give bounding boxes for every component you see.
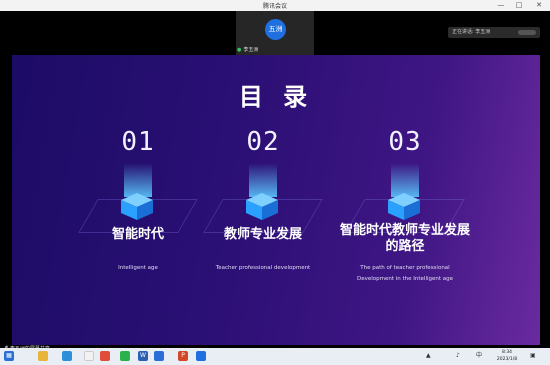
cube-icon bbox=[388, 193, 420, 220]
edge-icon[interactable] bbox=[62, 351, 72, 361]
cube-icon bbox=[121, 193, 153, 220]
wechat-icon[interactable] bbox=[120, 351, 130, 361]
toc-subtitle-line-1: The path of teacher professional bbox=[360, 265, 450, 271]
file-explorer-icon[interactable] bbox=[38, 351, 48, 361]
toc-title-line-2: 的路径 bbox=[385, 239, 425, 254]
chat-icon[interactable] bbox=[84, 351, 94, 361]
word-icon[interactable]: W bbox=[138, 351, 148, 361]
maximize-button[interactable]: □ bbox=[512, 0, 526, 11]
powerpoint-icon[interactable]: P bbox=[178, 351, 188, 361]
participant-name-label: ● 李五洲 bbox=[237, 46, 258, 54]
toc-item-3: 03 智能时代教师专业发展 的路径 The path of teacher pr… bbox=[320, 127, 490, 297]
clock-time: 8:34 bbox=[501, 350, 513, 355]
title-bar: 腾讯会议 — □ ✕ bbox=[0, 0, 550, 11]
clock-date: 2023/1/8 bbox=[496, 357, 518, 362]
windows-start-icon[interactable]: ▦ bbox=[4, 351, 14, 361]
cube-icon bbox=[246, 193, 278, 220]
shared-screen-slide: 目 录 01 智能时代 Intelligent age 02 教师专业发展 Te… bbox=[12, 55, 540, 345]
volume-icon[interactable]: ♪ bbox=[456, 351, 460, 361]
participant-name: 李五洲 bbox=[243, 47, 259, 53]
toc-number: 03 bbox=[388, 127, 422, 157]
network-icon[interactable]: ▲ bbox=[426, 351, 431, 361]
media-icon[interactable] bbox=[100, 351, 110, 361]
window-title: 腾讯会议 bbox=[262, 3, 287, 10]
meeting-app-icon[interactable] bbox=[196, 351, 206, 361]
meeting-window: 腾讯会议 — □ ✕ 五洲 ● 李五洲 正在讲话: 李五洲 目 录 01 智能时代… bbox=[0, 0, 550, 365]
mic-icon: ● bbox=[237, 47, 242, 53]
notification-icon[interactable]: ▣ bbox=[530, 351, 536, 361]
speaker-avatars-icon bbox=[518, 30, 536, 35]
speaking-label: 正在讲话: 李五洲 bbox=[452, 29, 491, 35]
toc-title: 智能时代教师专业发展 的路径 bbox=[320, 223, 490, 255]
minimize-button[interactable]: — bbox=[494, 0, 508, 11]
windows-taskbar: ▦ W P ▲ ♪ 中 8:34 2023/1/8 ▣ bbox=[0, 348, 550, 365]
ime-indicator[interactable]: 中 bbox=[476, 351, 482, 361]
tencent-meeting-icon[interactable] bbox=[154, 351, 164, 361]
avatar: 五洲 bbox=[265, 19, 286, 40]
toc-subtitle-line-2: Development in the Intelligent age bbox=[356, 276, 454, 282]
toc-title-line-1: 智能时代教师专业发展 bbox=[339, 223, 470, 238]
slide-title: 目 录 bbox=[238, 83, 314, 111]
close-button[interactable]: ✕ bbox=[532, 0, 546, 11]
speaking-indicator: 正在讲话: 李五洲 bbox=[448, 27, 540, 38]
taskbar-clock[interactable]: 8:34 2023/1/8 bbox=[492, 349, 522, 363]
